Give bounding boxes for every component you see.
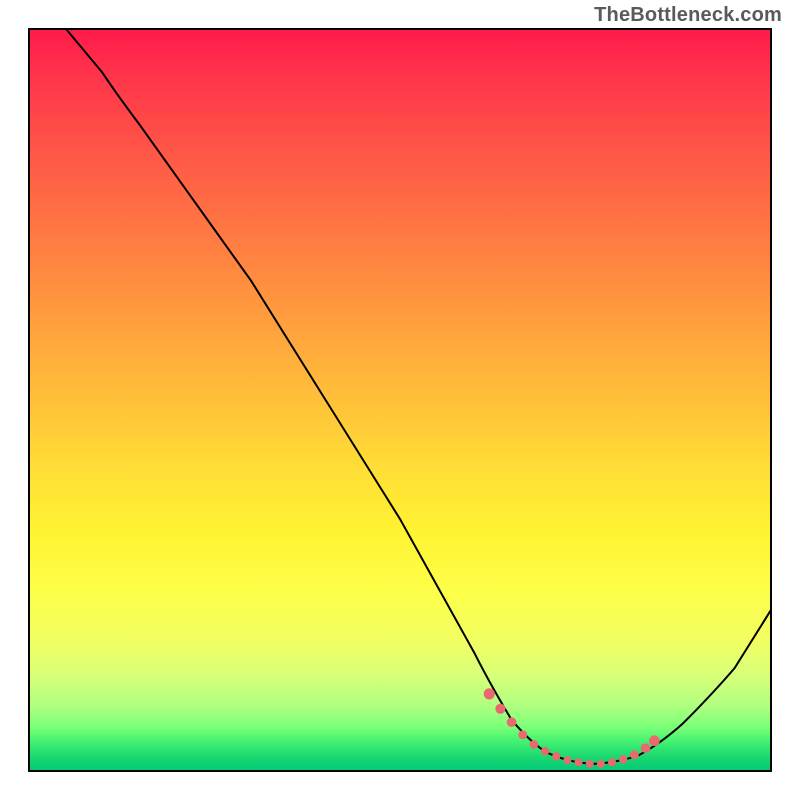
bottleneck-curve-line <box>65 28 772 764</box>
marker-dot <box>530 740 539 749</box>
marker-dot <box>484 688 495 699</box>
marker-dot <box>619 755 627 763</box>
marker-dot <box>597 760 605 768</box>
marker-dot <box>608 758 616 766</box>
marker-dot <box>507 717 517 727</box>
marker-dot <box>563 756 571 764</box>
marker-dot <box>552 752 560 760</box>
chart-plot-area <box>28 28 772 772</box>
marker-dot <box>575 758 583 766</box>
marker-dot <box>649 735 660 746</box>
optimal-range-dots <box>484 688 660 768</box>
marker-dot <box>586 760 594 768</box>
marker-dot <box>518 730 527 739</box>
marker-dot <box>630 750 639 759</box>
chart-svg <box>28 28 772 772</box>
watermark-text: TheBottleneck.com <box>594 4 782 27</box>
marker-dot <box>641 743 651 753</box>
marker-dot <box>541 747 549 755</box>
marker-dot <box>495 704 505 714</box>
